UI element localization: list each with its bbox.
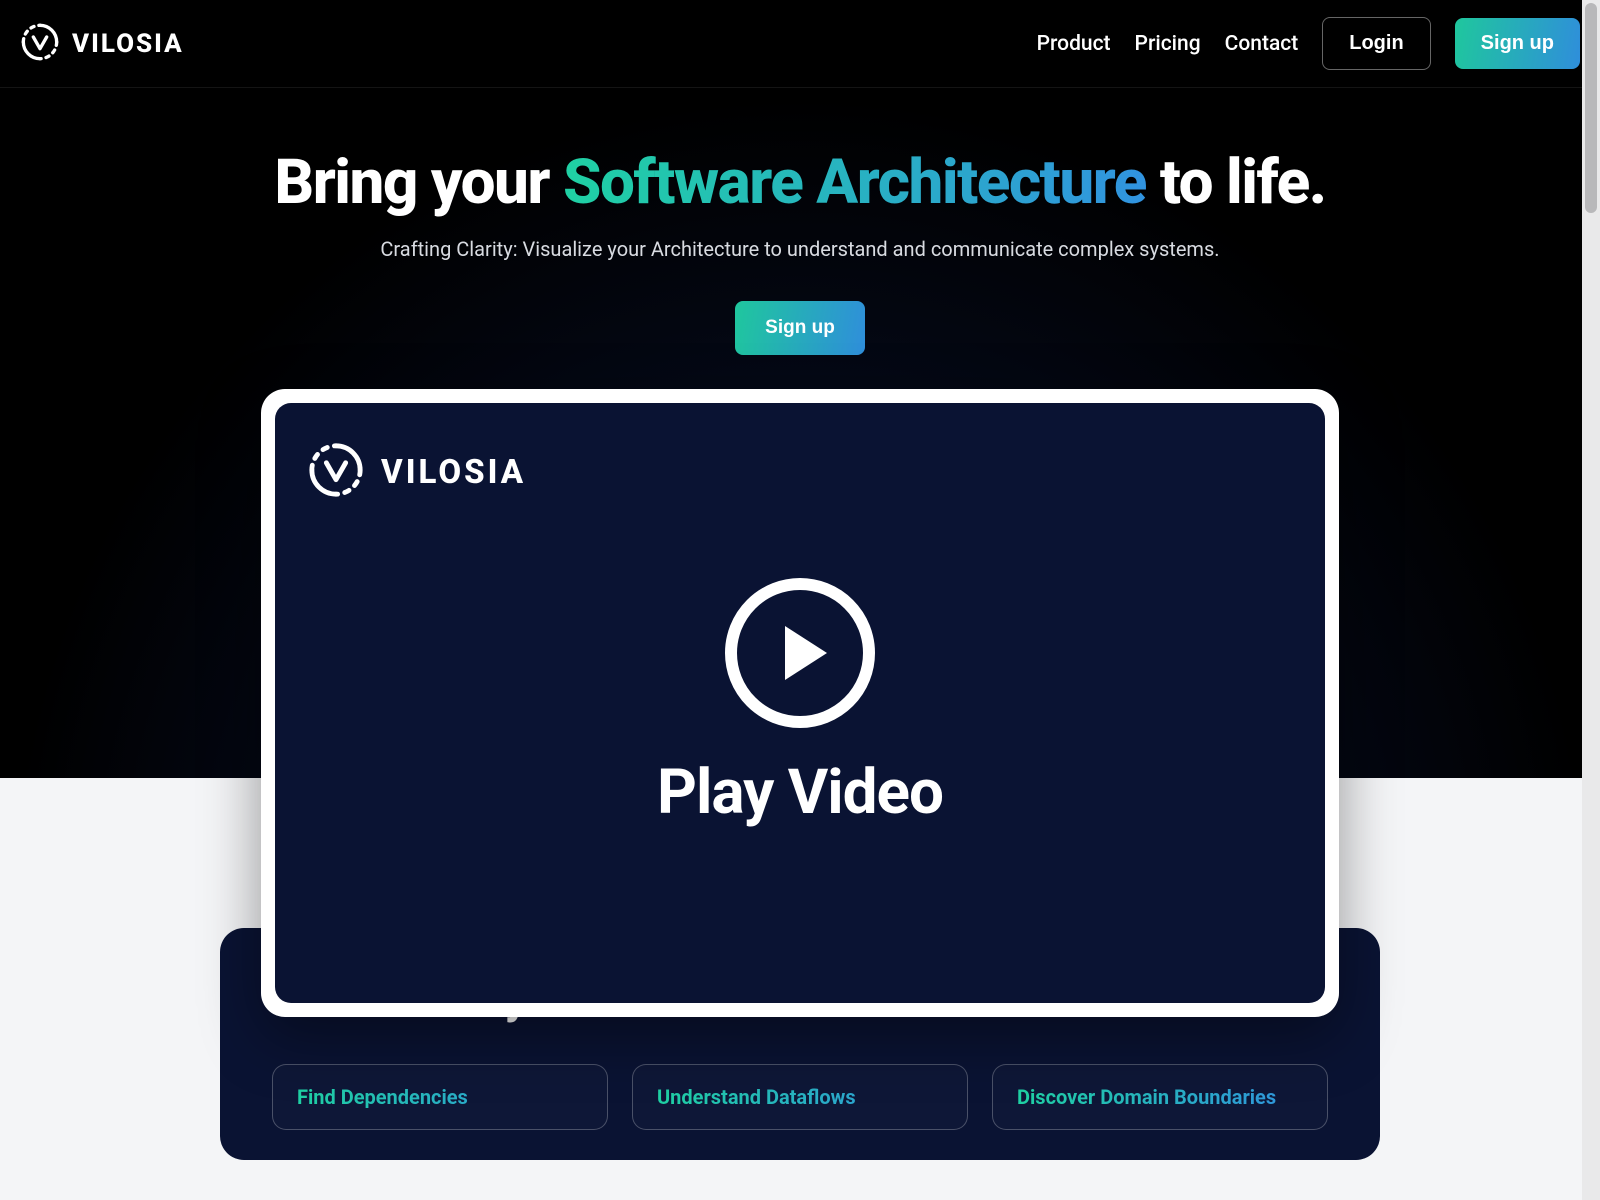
signup-button[interactable]: Sign up [1455,18,1580,69]
nav-link-pricing[interactable]: Pricing [1135,32,1201,56]
login-button[interactable]: Login [1322,17,1430,70]
video-player[interactable]: VILOSIA Play Video [275,403,1325,1003]
feature-title: Find Dependencies [297,1085,583,1109]
logo-icon [20,22,60,66]
video-card: VILOSIA Play Video [261,389,1339,1017]
scrollbar[interactable] [1582,0,1600,1200]
video-brand-name: VILOSIA [381,453,526,492]
hero-title-pre: Bring your [274,146,563,219]
hero-signup-button[interactable]: Sign up [735,301,865,355]
hero-title-post: to life. [1146,146,1326,219]
logo-icon [307,441,365,503]
top-nav: Product Pricing Contact Login Sign up [1037,17,1580,70]
video-brand-logo: VILOSIA [307,441,526,503]
header: VILOSIA Product Pricing Contact Login Si… [0,0,1600,88]
hero-subtitle: Crafting Clarity: Visualize your Archite… [0,237,1600,261]
feature-card-dataflows[interactable]: Understand Dataflows [632,1064,968,1130]
brand-name: VILOSIA [72,29,184,59]
hero-section: Bring your Software Architecture to life… [0,88,1600,778]
play-icon[interactable] [725,578,875,728]
hero-title: Bring your Software Architecture to life… [0,146,1600,219]
feature-card-dependencies[interactable]: Find Dependencies [272,1064,608,1130]
feature-card-domain[interactable]: Discover Domain Boundaries [992,1064,1328,1130]
scrollbar-thumb[interactable] [1585,3,1597,213]
brand-logo[interactable]: VILOSIA [20,22,184,66]
feature-title: Discover Domain Boundaries [1017,1085,1303,1109]
play-video-label: Play Video [657,756,943,829]
nav-link-product[interactable]: Product [1037,32,1111,56]
feature-title: Understand Dataflows [657,1085,943,1109]
hero-title-highlight: Software Architecture [563,146,1146,219]
nav-link-contact[interactable]: Contact [1225,32,1299,56]
